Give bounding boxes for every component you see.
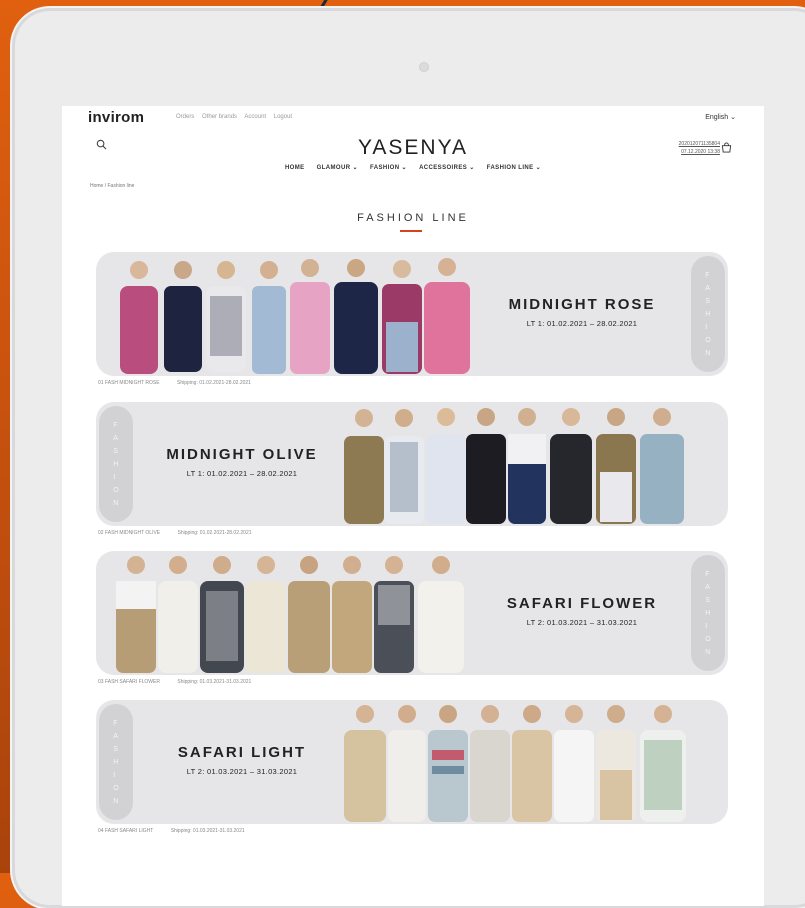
banner-dates: LT 1: 01.02.2021 – 28.02.2021 [186,469,298,478]
banner-caption: 04 FASH SAFARI LIGHT Shipping: 01.03.202… [98,828,261,834]
fashion-vertical-tab: FASHION [691,256,725,372]
top-link-logout[interactable]: Logout [274,114,292,120]
vtab-label: FASHION [113,719,119,805]
banner-safari-light[interactable]: FASHION SAFARI LIGHT LT 2: 01.03.2021 – … [96,700,728,824]
banner-midnight-olive[interactable]: FASHION MIDNIGHT OLIVE LT 1: 01.02.2021 … [96,402,728,526]
banner-text: SAFARI LIGHT LT 2: 01.03.2021 – 31.03.20… [150,744,334,776]
top-links: Orders Other brands Account Logout [176,114,298,120]
nav-home[interactable]: HOME [285,165,305,171]
shopping-bag-icon[interactable] [721,142,732,153]
banner-midnight-rose[interactable]: MIDNIGHT ROSE LT 1: 01.02.2021 – 28.02.2… [96,252,728,376]
top-bar: invirom Orders Other brands Account Logo… [62,106,764,130]
language-select[interactable]: English ⌄ [705,113,736,121]
vtab-label: FASHION [705,271,711,357]
banner-text: SAFARI FLOWER LT 2: 01.03.2021 – 31.03.2… [482,595,682,627]
order-number: 202012071135804 [678,141,720,147]
page-title: FASHION LINE [357,212,469,224]
vtab-label: FASHION [113,421,119,507]
caption-shipping: Shipping: 01.02.2021-28.02.2021 [176,380,251,386]
caption-code: 04 FASH SAFARI LIGHT [98,828,154,834]
caption-code: 01 FASH MIDNIGHT ROSE [98,380,160,386]
top-link-other-brands[interactable]: Other brands [202,114,237,120]
models-image [116,556,464,673]
caption-shipping: Shipping: 01.03.2021-31.03.2021 [170,828,245,834]
caption-code: 02 FASH MIDNIGHT OLIVE [98,530,161,536]
title-underline [400,230,422,232]
order-info[interactable]: 202012071135804 07.12.2020 13:38 [679,140,720,156]
top-link-orders[interactable]: Orders [176,114,194,120]
nav-fashion[interactable]: FASHION ⌄ [370,165,407,171]
banner-caption: 03 FASH SAFARI FLOWER Shipping: 01.03.20… [98,679,267,685]
banner-caption: 01 FASH MIDNIGHT ROSE Shipping: 01.02.20… [98,380,267,386]
banner-dates: LT 1: 01.02.2021 – 28.02.2021 [526,319,638,328]
banner-dates: LT 2: 01.03.2021 – 31.03.2021 [186,767,298,776]
banner-name: MIDNIGHT OLIVE [166,446,318,463]
banner-caption: 02 FASH MIDNIGHT OLIVE Shipping: 01.02.2… [98,530,268,536]
order-date: 07.12.2020 13:38 [681,149,720,155]
banner-text: MIDNIGHT ROSE LT 1: 01.02.2021 – 28.02.2… [482,296,682,328]
vtab-label: FASHION [705,570,711,656]
main-nav: HOME GLAMOUR ⌄ FASHION ⌄ ACCESSOIRES ⌄ F… [62,164,764,171]
models-image [344,705,686,822]
caption-shipping: Shipping: 01.02.2021-28.02.2021 [177,530,252,536]
invirom-logo[interactable]: invirom [88,109,144,126]
banner-text: MIDNIGHT OLIVE LT 1: 01.02.2021 – 28.02.… [150,446,334,478]
fashion-vertical-tab: FASHION [691,555,725,671]
camera-dot [419,62,429,72]
caption-code: 03 FASH SAFARI FLOWER [98,679,160,685]
banner-name: MIDNIGHT ROSE [508,296,656,313]
banner-dates: LT 2: 01.03.2021 – 31.03.2021 [526,618,638,627]
web-page: invirom Orders Other brands Account Logo… [62,106,764,906]
banner-name: SAFARI FLOWER [506,595,658,612]
breadcrumb[interactable]: Home / Fashion line [90,183,134,189]
brand-title[interactable]: YASENYA [62,136,764,160]
banner-safari-flower[interactable]: SAFARI FLOWER LT 2: 01.03.2021 – 31.03.2… [96,551,728,675]
fashion-vertical-tab: FASHION [99,704,133,820]
models-image [120,258,470,374]
top-link-account[interactable]: Account [244,114,266,120]
nav-glamour[interactable]: GLAMOUR ⌄ [317,165,358,171]
banner-name: SAFARI LIGHT [177,744,307,761]
nav-accessoires[interactable]: ACCESSOIRES ⌄ [419,165,475,171]
fashion-vertical-tab: FASHION [99,406,133,522]
nav-fashion-line[interactable]: FASHION LINE ⌄ [487,165,541,171]
caption-shipping: Shipping: 01.03.2021-31.03.2021 [177,679,252,685]
models-image [344,408,684,524]
